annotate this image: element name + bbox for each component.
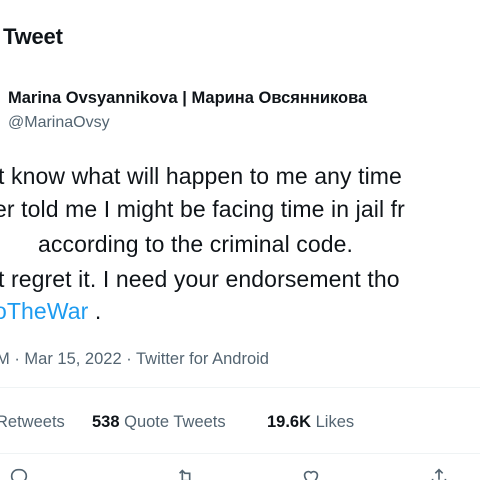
like-icon[interactable] (300, 466, 322, 480)
likes-label: Likes (315, 413, 355, 431)
share-icon[interactable] (428, 466, 450, 480)
tweet-text-suffix: . (88, 298, 102, 324)
reply-icon[interactable] (8, 466, 30, 480)
page-title: Tweet (3, 24, 63, 49)
tweet-text-line: t know what will happen to me any time (0, 163, 402, 189)
quote-tweets-stat[interactable]: 538 Quote Tweets (92, 413, 226, 432)
divider (0, 453, 480, 454)
tweet-text-line: t regret it. I need your endorsement tho (0, 266, 400, 292)
author-display-name[interactable]: Marina Ovsyannikova | Марина Овсянникова (8, 89, 367, 108)
likes-count: 19.6K (267, 413, 312, 431)
retweets-label: Retweets (0, 413, 65, 431)
hashtag-link[interactable]: oTheWar (0, 298, 88, 324)
divider (0, 387, 480, 388)
tweet-text-line: oTheWar . (0, 298, 101, 325)
quote-tweets-label: Quote Tweets (124, 413, 226, 431)
tweet-timestamp-source[interactable]: M · Mar 15, 2022 · Twitter for Android (0, 350, 269, 369)
tweet-text-line: er told me I might be facing time in jai… (0, 196, 405, 222)
retweets-stat[interactable]: Retweets (0, 413, 65, 432)
author-handle[interactable]: @MarinaOvsy (8, 114, 110, 132)
retweet-icon[interactable] (175, 466, 197, 480)
likes-stat[interactable]: 19.6K Likes (267, 413, 354, 432)
quote-tweets-count: 538 (92, 413, 120, 431)
tweet-text-line: according to the criminal code. (38, 231, 354, 257)
